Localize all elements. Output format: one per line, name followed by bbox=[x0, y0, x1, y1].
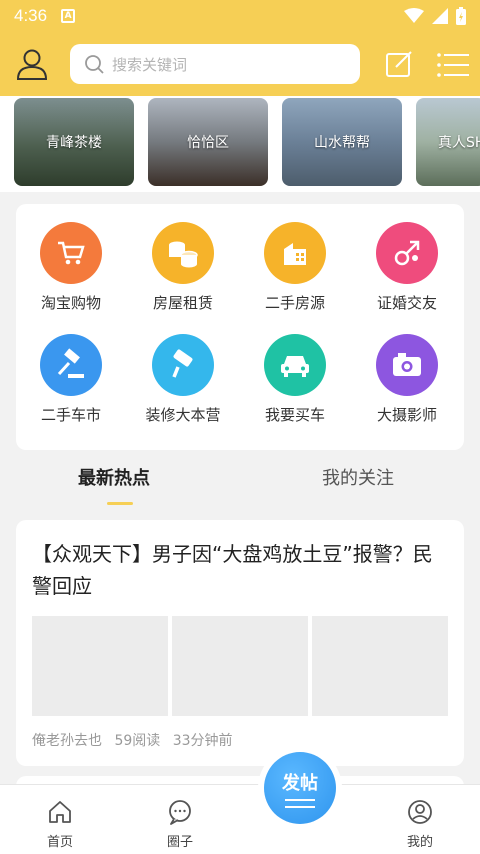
notification-icon: A bbox=[61, 9, 76, 23]
article-thumbnail[interactable] bbox=[312, 616, 448, 716]
camera-icon bbox=[376, 334, 438, 396]
category-dating[interactable]: 证婚交友 bbox=[352, 222, 462, 313]
category-shopping[interactable]: 淘宝购物 bbox=[16, 222, 126, 313]
article-thumbnail[interactable] bbox=[32, 616, 168, 716]
wifi-icon bbox=[404, 8, 424, 23]
search-input[interactable]: 搜索关键词 bbox=[70, 44, 360, 84]
nav-label: 圈子 bbox=[166, 835, 193, 850]
nav-mine[interactable]: 我的 bbox=[390, 799, 450, 850]
menu-lines-icon bbox=[285, 798, 315, 808]
profile-icon[interactable] bbox=[14, 46, 50, 82]
signal-icon bbox=[432, 8, 448, 24]
article-thumbnail[interactable] bbox=[172, 616, 308, 716]
nav-circle[interactable]: 圈子 bbox=[150, 799, 210, 850]
category-label: 我要买车 bbox=[264, 406, 325, 424]
category-label: 装修大本营 bbox=[145, 406, 221, 424]
building-icon bbox=[264, 222, 326, 284]
home-icon bbox=[49, 801, 71, 823]
banner-item[interactable]: 真人SH bbox=[416, 98, 480, 186]
category-decoration[interactable]: 装修大本营 bbox=[128, 334, 238, 425]
car-icon bbox=[264, 334, 326, 396]
banner-label: 真人SH bbox=[438, 135, 480, 151]
article-time: 33分钟前 bbox=[172, 733, 233, 749]
category-label: 大摄影师 bbox=[376, 406, 437, 424]
post-button-inner: 发帖 bbox=[264, 752, 336, 824]
paint-roller-icon bbox=[152, 334, 214, 396]
banner-item[interactable]: 恰恰区 bbox=[148, 98, 268, 186]
category-buy-car[interactable]: 我要买车 bbox=[240, 334, 350, 425]
banner-carousel: 青峰茶楼 恰恰区 山水帮帮 真人SH bbox=[0, 96, 480, 192]
category-label: 二手车市 bbox=[40, 406, 101, 424]
gender-icon bbox=[376, 222, 438, 284]
post-button-label: 发帖 bbox=[282, 772, 318, 794]
category-grid: 淘宝购物 房屋租赁 二手房源 证婚交友 二手车市 装修大本营 我要买车 大摄影师 bbox=[16, 204, 464, 450]
category-label: 淘宝购物 bbox=[40, 294, 101, 312]
nav-home[interactable]: 首页 bbox=[30, 799, 90, 850]
compose-icon[interactable] bbox=[384, 49, 416, 81]
category-label: 房屋租赁 bbox=[152, 294, 213, 312]
battery-icon bbox=[456, 7, 466, 25]
status-icons bbox=[404, 7, 466, 25]
status-bar: 4:36 A bbox=[0, 0, 480, 32]
coins-icon bbox=[152, 222, 214, 284]
search-placeholder: 搜索关键词 bbox=[112, 55, 188, 74]
bottom-nav: 首页 圈子 我的 bbox=[0, 784, 480, 854]
article-meta: 俺老孙去也 59阅读 33分钟前 bbox=[32, 730, 233, 750]
tab-following[interactable]: 我的关注 bbox=[322, 464, 394, 490]
category-photography[interactable]: 大摄影师 bbox=[352, 334, 462, 425]
article-author: 俺老孙去也 bbox=[32, 733, 102, 749]
user-icon bbox=[408, 800, 432, 824]
category-label: 二手房源 bbox=[264, 294, 325, 312]
feed-tabs: 最新热点 我的关注 bbox=[0, 452, 480, 512]
banner-item[interactable]: 山水帮帮 bbox=[282, 98, 402, 186]
top-header: 搜索关键词 bbox=[0, 32, 480, 96]
menu-icon[interactable] bbox=[436, 49, 470, 81]
category-rental[interactable]: 房屋租赁 bbox=[128, 222, 238, 313]
gavel-icon bbox=[40, 334, 102, 396]
banner-label: 山水帮帮 bbox=[314, 135, 370, 151]
category-used-cars[interactable]: 二手车市 bbox=[16, 334, 126, 425]
category-label: 证婚交友 bbox=[376, 294, 437, 312]
article-title[interactable]: 【众观天下】男子因“大盘鸡放土豆”报警？民警回应 bbox=[32, 538, 442, 602]
article-card[interactable]: 【众观天下】男子因“大盘鸡放土豆”报警？民警回应 俺老孙去也 59阅读 33分钟… bbox=[16, 520, 464, 766]
status-time: 4:36 bbox=[14, 6, 48, 25]
article-reads: 59阅读 bbox=[114, 733, 161, 749]
search-icon bbox=[85, 55, 104, 74]
chat-bubble-icon bbox=[169, 800, 191, 825]
banner-label: 青峰茶楼 bbox=[46, 135, 102, 151]
tab-latest[interactable]: 最新热点 bbox=[78, 464, 150, 490]
category-housing[interactable]: 二手房源 bbox=[240, 222, 350, 313]
banner-label: 恰恰区 bbox=[187, 135, 229, 151]
post-button[interactable]: 发帖 bbox=[258, 746, 342, 830]
banner-item[interactable]: 青峰茶楼 bbox=[14, 98, 134, 186]
shopping-cart-icon bbox=[40, 222, 102, 284]
active-tab-indicator bbox=[107, 502, 133, 505]
nav-label: 我的 bbox=[406, 835, 433, 850]
nav-label: 首页 bbox=[46, 835, 73, 850]
